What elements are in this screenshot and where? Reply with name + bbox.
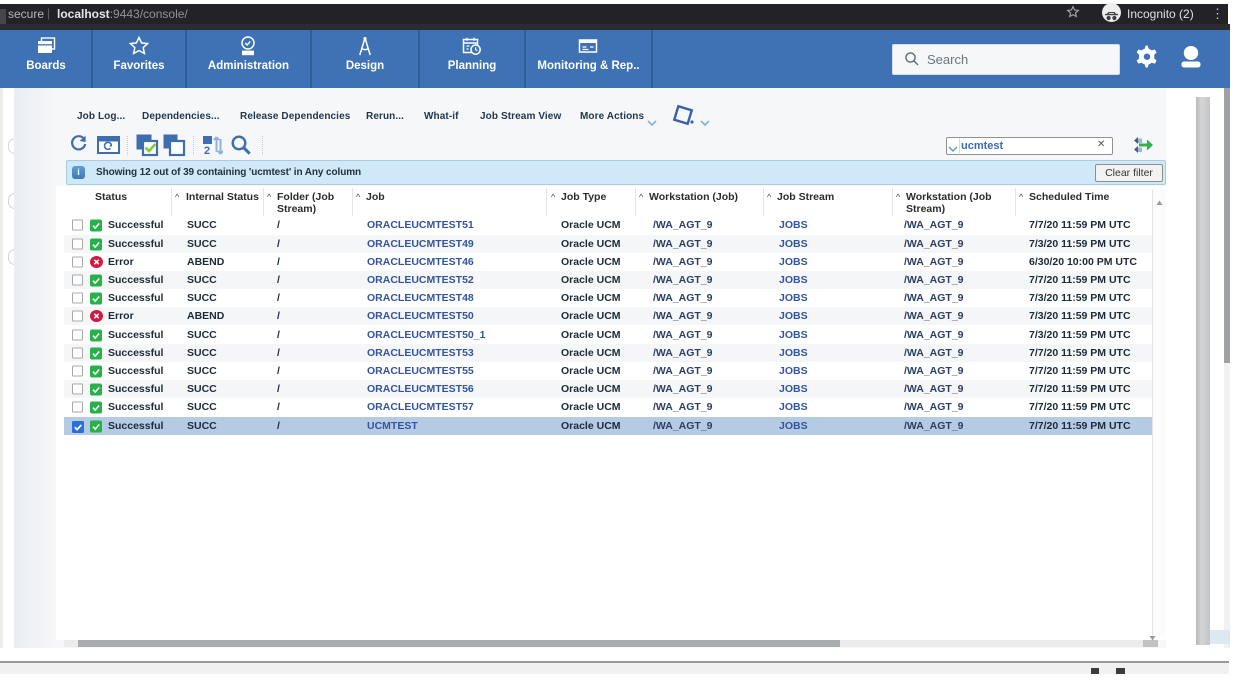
svg-text:2: 2	[204, 145, 210, 156]
